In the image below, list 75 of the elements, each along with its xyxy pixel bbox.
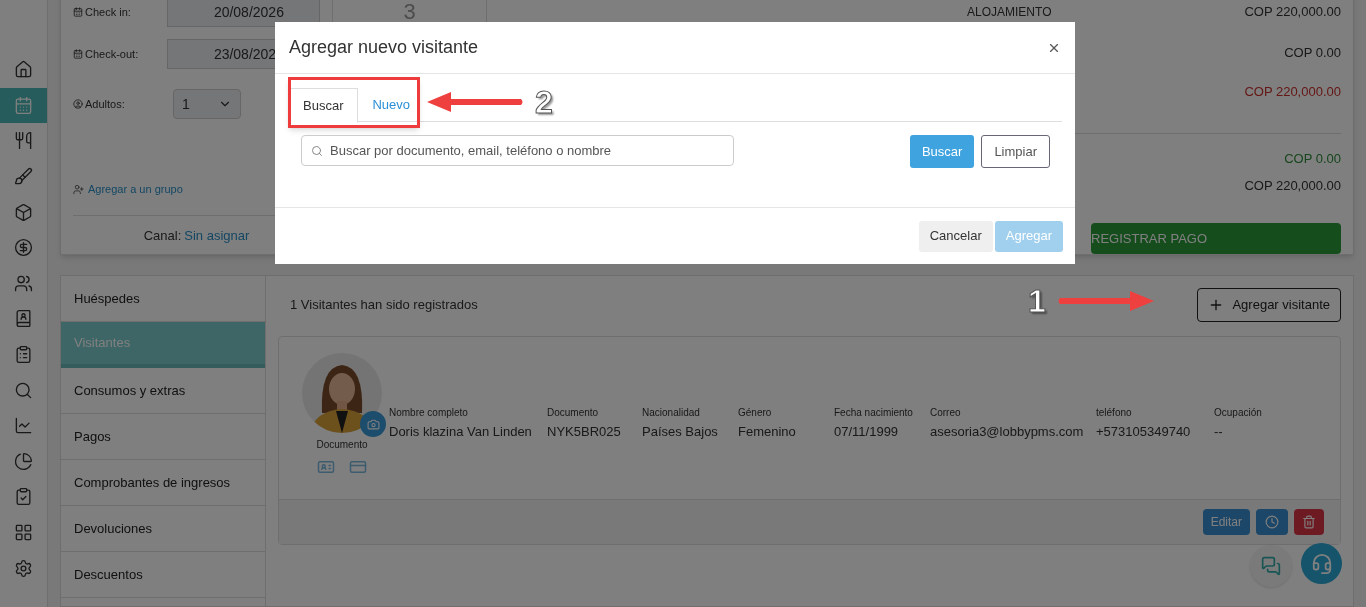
field-value: 07/11/1999 <box>834 423 900 441</box>
camera-icon <box>366 417 380 431</box>
field-value: Doris klazina Van Linden <box>389 423 533 441</box>
settings-icon <box>14 558 33 578</box>
search-icon <box>311 145 323 157</box>
annotation-number: 1 <box>1028 285 1046 317</box>
visitor-count: 1 Visitantes han sido registrados <box>290 296 478 315</box>
section-tab[interactable]: Descuentos <box>61 552 265 598</box>
chat-icon <box>1261 556 1281 576</box>
field-label: Nombre completo <box>389 406 469 420</box>
date-field[interactable]: 20/08/2026 <box>166 0 320 27</box>
add-visitor-button[interactable]: Agregar visitante <box>1197 288 1341 322</box>
select-field[interactable]: 1 <box>173 89 241 119</box>
search-button[interactable]: Buscar <box>909 135 975 168</box>
pie-chart-icon <box>14 451 33 471</box>
trash-icon <box>1302 515 1316 529</box>
section-tab[interactable]: Comprobantes de ingresos <box>61 460 265 506</box>
headset-icon <box>1310 552 1333 575</box>
home-icon <box>14 60 33 80</box>
field-value: NYK5BR025 <box>547 423 622 441</box>
amount: COP 220,000.00 <box>1244 177 1341 196</box>
dollar-icon <box>14 238 33 258</box>
field-label: Género <box>738 406 773 420</box>
search-icon <box>14 380 33 400</box>
summary-heading: ALOJAMIENTO <box>967 4 1052 21</box>
box-icon <box>14 202 33 222</box>
clipboard-icon <box>14 345 33 365</box>
field-label: Documento <box>547 406 600 420</box>
delete-button[interactable] <box>1294 509 1324 535</box>
contact-book-icon <box>14 309 33 329</box>
field-label: teléfono <box>1096 406 1133 420</box>
register-payment-button[interactable]: REGISTRAR PAGO <box>1091 223 1341 254</box>
field-value: asesoria3@lobbypms.com <box>930 423 1085 441</box>
channel-label: Canal: <box>143 227 182 245</box>
amount: COP 0.00 <box>1284 149 1341 168</box>
field-label: Nacionalidad <box>642 406 701 420</box>
amount: COP 0.00 <box>1284 43 1341 62</box>
history-button[interactable] <box>1256 509 1288 535</box>
utensils-icon <box>14 131 33 151</box>
field-label: Correo <box>930 406 962 420</box>
add-user-icon <box>73 183 84 195</box>
clear-button[interactable]: Limpiar <box>981 135 1050 168</box>
field-value: Femenino <box>738 423 797 441</box>
calendar-icon <box>73 49 83 59</box>
field-label: Fecha nacimiento <box>834 406 914 420</box>
field-label: Adultos: <box>73 95 173 113</box>
section-tab[interactable]: Pagos <box>61 414 265 460</box>
field-label: Check in: <box>73 3 167 21</box>
cancel-button[interactable]: Cancelar <box>918 220 993 252</box>
group-link[interactable]: Agregar a un grupo <box>88 180 183 198</box>
edit-button[interactable]: Editar <box>1202 509 1250 535</box>
amount: COP 220,000.00 <box>1244 82 1341 101</box>
section-tab[interactable]: Devoluciones <box>61 506 265 552</box>
section-tab[interactable]: Consumos y extras <box>61 368 265 414</box>
grid-icon <box>14 523 33 542</box>
clipboard-check-icon <box>14 487 33 507</box>
field-value: Países Bajos <box>642 423 719 441</box>
camera-button[interactable] <box>360 411 386 437</box>
calendar-icon <box>73 7 83 17</box>
field-label: Check-out: <box>73 45 167 63</box>
amount: COP 220,000.00 <box>1244 3 1341 22</box>
brush-icon <box>14 167 33 187</box>
line-chart-icon <box>14 416 33 436</box>
photo-caption: Documento <box>316 438 368 452</box>
field-label: Ocupación <box>1214 406 1263 420</box>
calendar-icon <box>14 95 33 115</box>
annotation-number: 2 <box>535 86 553 118</box>
search-field[interactable]: Buscar por documento, email, teléfono o nombre <box>301 135 734 166</box>
users-icon <box>14 273 33 293</box>
channel-link[interactable]: Sin asignar <box>184 226 250 246</box>
field-value: +573105349740 <box>1096 423 1192 441</box>
clock-icon <box>1265 515 1279 529</box>
modal-tab[interactable]: Nuevo <box>358 88 425 122</box>
field-value: -- <box>1214 423 1224 441</box>
user-icon <box>73 99 83 109</box>
